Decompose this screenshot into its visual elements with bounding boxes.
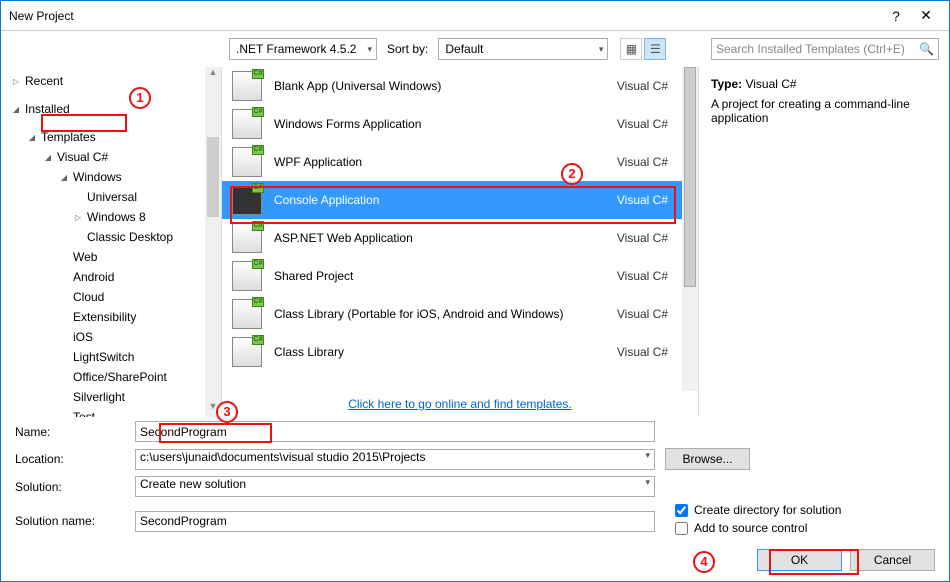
tree-visual-csharp[interactable]: Visual C# xyxy=(5,147,217,167)
template-item[interactable]: C#Windows Forms ApplicationVisual C# xyxy=(222,105,698,143)
tree-installed[interactable]: Installed xyxy=(5,99,217,119)
tree-android[interactable]: Android xyxy=(5,267,217,287)
view-mode: ▦ ☰ xyxy=(620,38,666,60)
help-button[interactable]: ? xyxy=(881,8,911,24)
template-item[interactable]: C#Blank App (Universal Windows)Visual C# xyxy=(222,67,698,105)
tree-test[interactable]: Test xyxy=(5,407,217,417)
framework-combo[interactable]: .NET Framework 4.5.2 xyxy=(229,38,377,60)
template-icon: C# xyxy=(232,185,262,215)
solution-combo[interactable]: Create new solution xyxy=(135,476,655,497)
template-icon: C# xyxy=(232,109,262,139)
sidebar-scrollbar[interactable]: ▲▼ xyxy=(205,67,221,417)
template-icon: C# xyxy=(232,299,262,329)
tree-extensibility[interactable]: Extensibility xyxy=(5,307,217,327)
detail-type-label: Type: xyxy=(711,77,742,91)
location-combo[interactable]: c:\users\junaid\documents\visual studio … xyxy=(135,449,655,470)
template-item-selected[interactable]: C#Console ApplicationVisual C# xyxy=(222,181,698,219)
template-icon: C# xyxy=(232,71,262,101)
name-label: Name: xyxy=(15,425,135,439)
template-item[interactable]: C#WPF ApplicationVisual C# xyxy=(222,143,698,181)
ok-button[interactable]: OK xyxy=(757,549,842,571)
close-button[interactable]: ✕ xyxy=(911,7,941,24)
tree-universal[interactable]: Universal xyxy=(5,187,217,207)
tree-web[interactable]: Web xyxy=(5,247,217,267)
cancel-button[interactable]: Cancel xyxy=(850,549,935,571)
view-small-icon[interactable]: ▦ xyxy=(620,38,642,60)
tree-windows[interactable]: Windows xyxy=(5,167,217,187)
tree-classic-desktop[interactable]: Classic Desktop xyxy=(5,227,217,247)
create-dir-checkbox[interactable]: Create directory for solution xyxy=(675,503,841,517)
template-icon: C# xyxy=(232,337,262,367)
tree-recent[interactable]: Recent xyxy=(5,71,217,91)
toolbar: .NET Framework 4.5.2 Sort by: Default ▦ … xyxy=(1,31,949,67)
template-item[interactable]: C#Shared ProjectVisual C# xyxy=(222,257,698,295)
solution-label: Solution: xyxy=(15,480,135,494)
template-pane: C#Blank App (Universal Windows)Visual C#… xyxy=(221,67,699,417)
add-source-checkbox[interactable]: Add to source control xyxy=(675,521,841,535)
detail-pane: Type: Visual C# A project for creating a… xyxy=(699,67,949,417)
footer: OK Cancel xyxy=(757,549,935,571)
template-item[interactable]: C#Class Library (Portable for iOS, Andro… xyxy=(222,295,698,333)
solname-label: Solution name: xyxy=(15,514,135,528)
template-icon: C# xyxy=(232,261,262,291)
tree-office[interactable]: Office/SharePoint xyxy=(5,367,217,387)
sort-label: Sort by: xyxy=(383,42,432,56)
location-label: Location: xyxy=(15,452,135,466)
bottom-form: Name: Location: c:\users\junaid\document… xyxy=(1,417,949,555)
tree-windows8[interactable]: Windows 8 xyxy=(5,207,217,227)
sidebar: Recent Installed Templates Visual C# Win… xyxy=(1,67,221,417)
tree-templates[interactable]: Templates xyxy=(5,127,217,147)
tree-silverlight[interactable]: Silverlight xyxy=(5,387,217,407)
tree-cloud[interactable]: Cloud xyxy=(5,287,217,307)
detail-type-value: Visual C# xyxy=(745,77,796,91)
list-scrollbar[interactable] xyxy=(682,67,698,391)
search-input[interactable]: Search Installed Templates (Ctrl+E) 🔍 xyxy=(711,38,939,60)
sort-combo[interactable]: Default xyxy=(438,38,608,60)
template-item[interactable]: C#ASP.NET Web ApplicationVisual C# xyxy=(222,219,698,257)
tree-lightswitch[interactable]: LightSwitch xyxy=(5,347,217,367)
detail-description: A project for creating a command-line ap… xyxy=(711,97,937,125)
view-list-icon[interactable]: ☰ xyxy=(644,38,666,60)
window-title: New Project xyxy=(9,9,881,23)
browse-button[interactable]: Browse... xyxy=(665,448,750,470)
template-item[interactable]: C#Class LibraryVisual C# xyxy=(222,333,698,371)
template-icon: C# xyxy=(232,147,262,177)
template-list: C#Blank App (Universal Windows)Visual C#… xyxy=(222,67,698,391)
online-templates-link[interactable]: Click here to go online and find templat… xyxy=(222,391,698,417)
search-icon: 🔍 xyxy=(919,42,934,56)
solname-input[interactable] xyxy=(135,511,655,532)
name-input[interactable] xyxy=(135,421,655,442)
template-icon: C# xyxy=(232,223,262,253)
titlebar: New Project ? ✕ xyxy=(1,1,949,31)
tree-ios[interactable]: iOS xyxy=(5,327,217,347)
